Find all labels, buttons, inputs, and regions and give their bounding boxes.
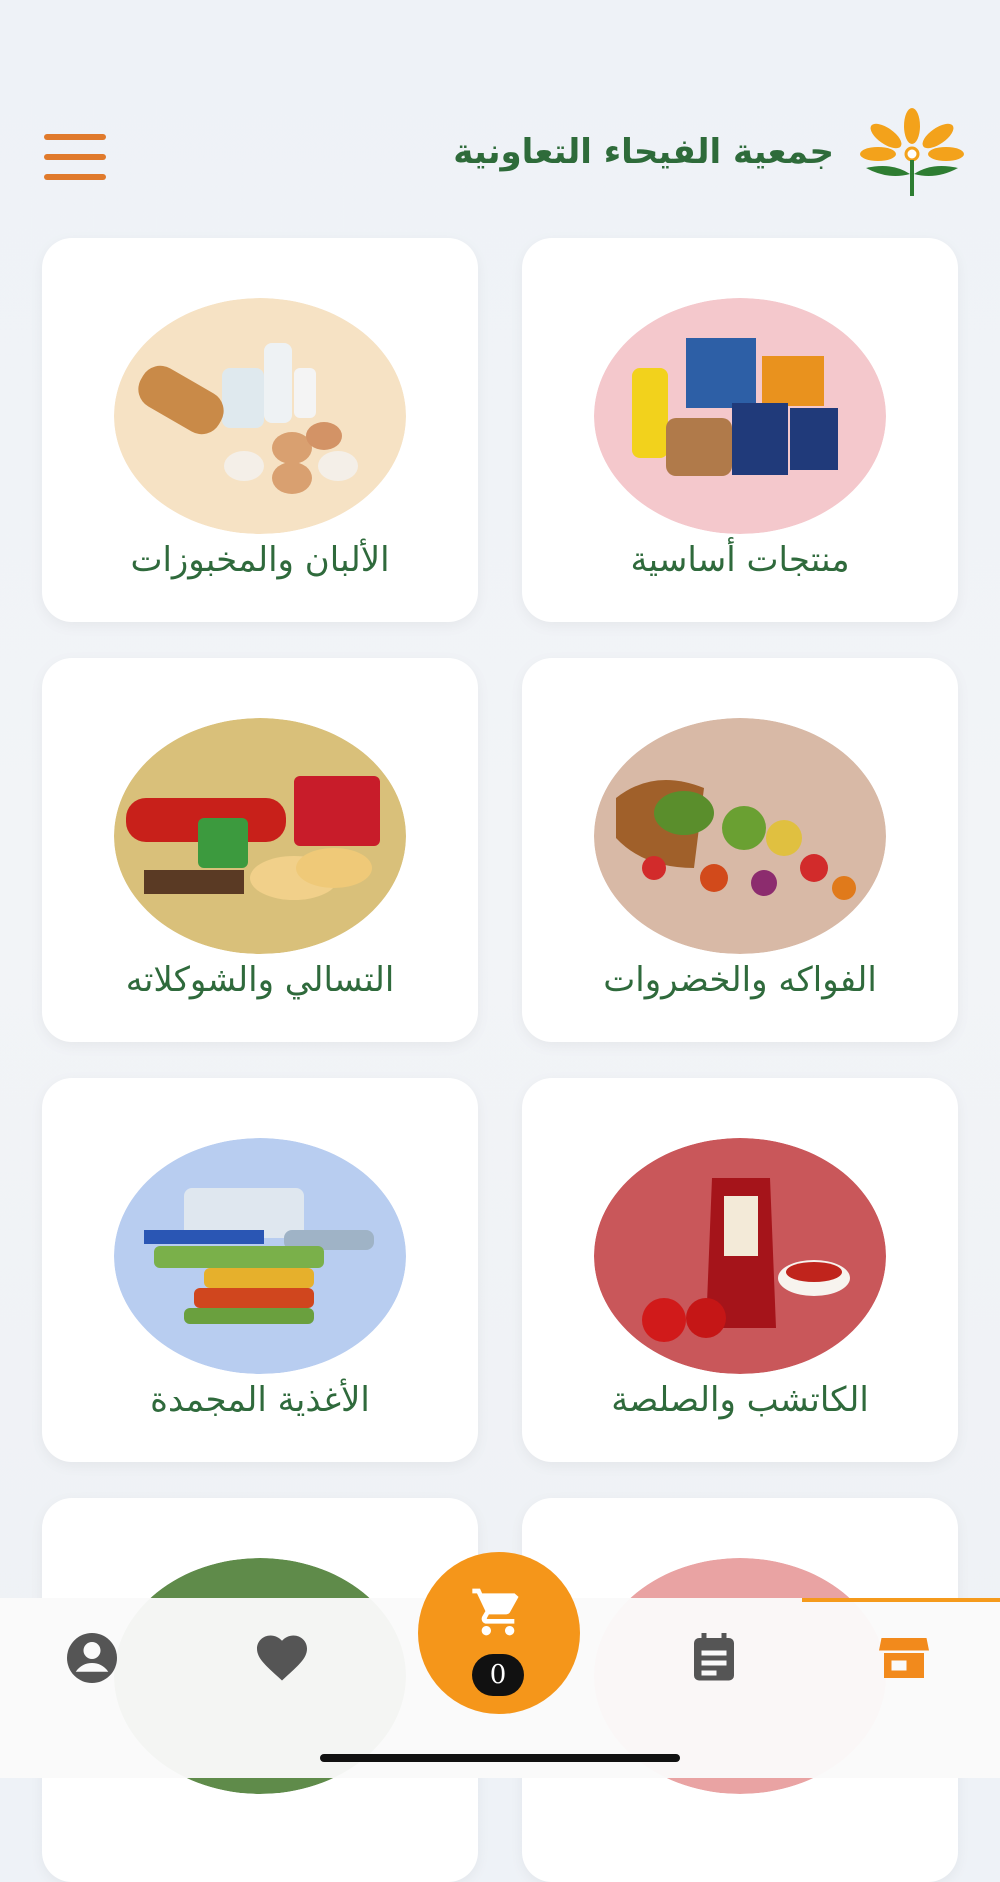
snacks-chocolate-photo <box>114 718 406 954</box>
category-label: الكاتشب والصلصة <box>611 1380 869 1420</box>
profile-icon[interactable] <box>62 1628 122 1688</box>
category-card-snacks-chocolate[interactable]: التسالي والشوكلاته <box>42 658 478 1042</box>
category-card-ketchup-sauce[interactable]: الكاتشب والصلصة <box>522 1078 958 1462</box>
cart-count-badge: 0 <box>472 1654 524 1696</box>
active-tab-indicator <box>802 1598 1000 1602</box>
category-card-fruits-vegetables[interactable]: الفواكه والخضروات <box>522 658 958 1042</box>
cart-button[interactable]: 0 <box>418 1552 580 1714</box>
store-icon[interactable] <box>874 1628 934 1688</box>
frozen-food-photo <box>114 1138 406 1374</box>
cart-icon <box>472 1588 519 1636</box>
category-label: الألبان والمخبوزات <box>130 540 390 580</box>
category-label: الفواكه والخضروات <box>603 960 877 1000</box>
category-label: الأغذية المجمدة <box>150 1380 370 1420</box>
fruits-vegetables-photo <box>594 718 886 954</box>
category-grid: منتجات أساسية الألبان والمخبوزات الفواكه… <box>0 0 1000 1882</box>
category-card-dairy-bakery[interactable]: الألبان والمخبوزات <box>42 238 478 622</box>
category-card-staples[interactable]: منتجات أساسية <box>522 238 958 622</box>
category-card-frozen-food[interactable]: الأغذية المجمدة <box>42 1078 478 1462</box>
dairy-bakery-photo <box>114 298 406 534</box>
staples-photo <box>594 298 886 534</box>
category-label: التسالي والشوكلاته <box>125 960 395 1000</box>
home-indicator <box>320 1754 680 1762</box>
orders-icon[interactable] <box>684 1628 744 1688</box>
favorites-icon[interactable] <box>252 1628 312 1688</box>
category-label: منتجات أساسية <box>630 540 850 580</box>
ketchup-sauce-photo <box>594 1138 886 1374</box>
